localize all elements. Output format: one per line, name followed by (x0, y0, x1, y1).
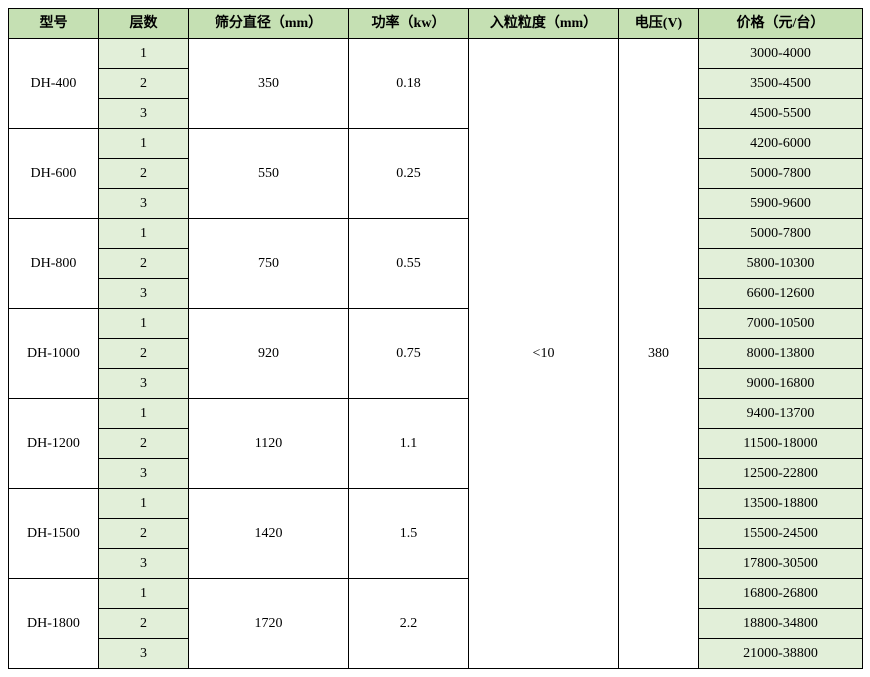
cell-model: DH-600 (9, 129, 99, 219)
cell-layers: 2 (99, 249, 189, 279)
cell-diameter: 1720 (189, 579, 349, 669)
table-header: 型号 层数 筛分直径（mm） 功率（kw） 入粒粒度（mm） 电压(V) 价格（… (9, 9, 863, 39)
cell-price: 9000-16800 (699, 369, 863, 399)
cell-layers: 2 (99, 519, 189, 549)
cell-price: 9400-13700 (699, 399, 863, 429)
col-particle: 入粒粒度（mm） (469, 9, 619, 39)
cell-price: 5000-7800 (699, 219, 863, 249)
cell-power: 2.2 (349, 579, 469, 669)
cell-price: 5900-9600 (699, 189, 863, 219)
cell-layers: 2 (99, 429, 189, 459)
cell-power: 1.1 (349, 399, 469, 489)
cell-price: 21000-38800 (699, 639, 863, 669)
cell-model: DH-1000 (9, 309, 99, 399)
cell-price: 3000-4000 (699, 39, 863, 69)
spec-table: 型号 层数 筛分直径（mm） 功率（kw） 入粒粒度（mm） 电压(V) 价格（… (8, 8, 863, 669)
cell-layers: 1 (99, 399, 189, 429)
cell-power: 0.18 (349, 39, 469, 129)
cell-layers: 3 (99, 189, 189, 219)
cell-diameter: 750 (189, 219, 349, 309)
cell-model: DH-400 (9, 39, 99, 129)
cell-layers: 2 (99, 609, 189, 639)
cell-price: 17800-30500 (699, 549, 863, 579)
col-layers: 层数 (99, 9, 189, 39)
cell-layers: 3 (99, 549, 189, 579)
cell-price: 7000-10500 (699, 309, 863, 339)
cell-particle: <10 (469, 39, 619, 669)
table-row: DH-1500114201.513500-18800 (9, 489, 863, 519)
table-row: DH-60015500.254200-6000 (9, 129, 863, 159)
table-row: DH-100019200.757000-10500 (9, 309, 863, 339)
cell-power: 1.5 (349, 489, 469, 579)
table-row: DH-1200111201.19400-13700 (9, 399, 863, 429)
cell-layers: 3 (99, 99, 189, 129)
cell-price: 5800-10300 (699, 249, 863, 279)
cell-model: DH-1200 (9, 399, 99, 489)
cell-price: 8000-13800 (699, 339, 863, 369)
table-row: DH-80017500.555000-7800 (9, 219, 863, 249)
cell-layers: 2 (99, 69, 189, 99)
cell-price: 16800-26800 (699, 579, 863, 609)
cell-diameter: 920 (189, 309, 349, 399)
cell-price: 15500-24500 (699, 519, 863, 549)
cell-price: 13500-18800 (699, 489, 863, 519)
cell-model: DH-1500 (9, 489, 99, 579)
cell-layers: 1 (99, 309, 189, 339)
cell-layers: 3 (99, 279, 189, 309)
cell-diameter: 1120 (189, 399, 349, 489)
cell-model: DH-800 (9, 219, 99, 309)
table-body: DH-40013500.18<103803000-400023500-45003… (9, 39, 863, 669)
cell-layers: 3 (99, 639, 189, 669)
col-diameter: 筛分直径（mm） (189, 9, 349, 39)
cell-layers: 1 (99, 39, 189, 69)
cell-diameter: 350 (189, 39, 349, 129)
cell-price: 3500-4500 (699, 69, 863, 99)
col-price: 价格（元/台） (699, 9, 863, 39)
cell-price: 4500-5500 (699, 99, 863, 129)
cell-layers: 1 (99, 489, 189, 519)
cell-price: 5000-7800 (699, 159, 863, 189)
cell-diameter: 1420 (189, 489, 349, 579)
cell-layers: 1 (99, 219, 189, 249)
cell-layers: 2 (99, 339, 189, 369)
table-row: DH-40013500.18<103803000-4000 (9, 39, 863, 69)
col-model: 型号 (9, 9, 99, 39)
cell-power: 0.75 (349, 309, 469, 399)
cell-price: 18800-34800 (699, 609, 863, 639)
cell-layers: 1 (99, 129, 189, 159)
col-voltage: 电压(V) (619, 9, 699, 39)
cell-layers: 1 (99, 579, 189, 609)
table-row: DH-1800117202.216800-26800 (9, 579, 863, 609)
cell-model: DH-1800 (9, 579, 99, 669)
cell-price: 6600-12600 (699, 279, 863, 309)
col-power: 功率（kw） (349, 9, 469, 39)
cell-layers: 3 (99, 459, 189, 489)
cell-diameter: 550 (189, 129, 349, 219)
cell-power: 0.55 (349, 219, 469, 309)
cell-price: 4200-6000 (699, 129, 863, 159)
cell-price: 11500-18000 (699, 429, 863, 459)
cell-power: 0.25 (349, 129, 469, 219)
cell-layers: 2 (99, 159, 189, 189)
cell-voltage: 380 (619, 39, 699, 669)
cell-layers: 3 (99, 369, 189, 399)
cell-price: 12500-22800 (699, 459, 863, 489)
